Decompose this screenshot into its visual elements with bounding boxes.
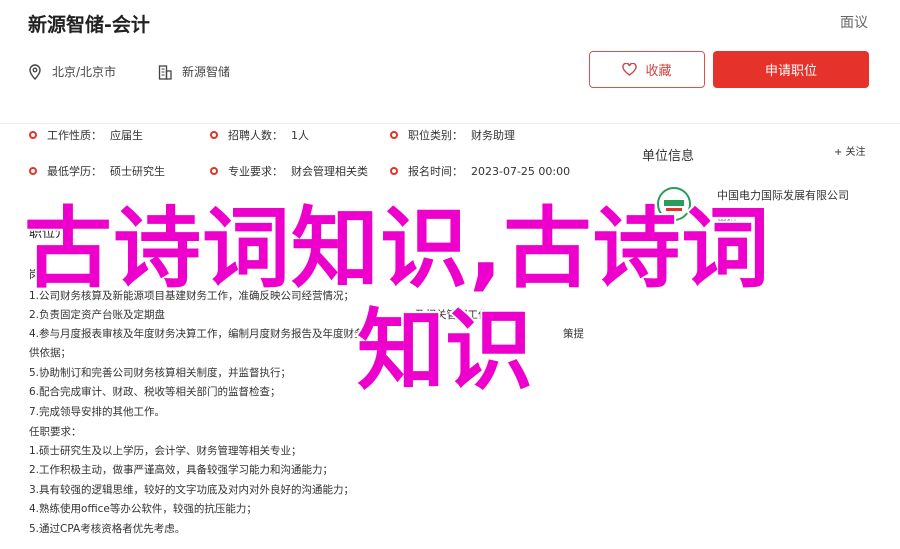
favorite-label: 收藏 [645, 64, 672, 79]
info-value: 硕士研究生 [110, 165, 165, 178]
info-key: 职位类别： [408, 129, 463, 142]
info-item: 职位类别： 财务助理 [390, 127, 515, 143]
info-item: 报名时间： 2023-07-25 00:00 [390, 163, 570, 179]
section-title: 职位介 [29, 226, 69, 241]
desc-line: 2.工作积极主动，做事严谨高效，具备较强学习能力和沟通能力； [29, 464, 334, 476]
info-value: 财务助理 [471, 129, 515, 142]
company-name[interactable]: 中国电力国际发展有限公司 [717, 187, 849, 203]
info-key: 最低学历： [47, 165, 102, 178]
heart-icon [622, 63, 638, 76]
job-title: 新源智储-会计 [28, 14, 150, 36]
info-key: 工作性质： [47, 129, 102, 142]
company-tag: 单位 [717, 217, 737, 228]
desc-line: 5.协助制订和完善公司财务核算相关制度，并监督执行； [29, 367, 292, 379]
location-pin-icon [29, 63, 41, 80]
info-value: 应届生 [110, 129, 143, 142]
location-meta: 北京/北京市 [28, 63, 116, 80]
location-text: 北京/北京市 [52, 65, 117, 79]
watermark-line2: 知识 [355, 297, 535, 404]
desc-line: 2.负责固定资产台账及定期盘 [29, 309, 166, 321]
company-text[interactable]: 新源智储 [182, 63, 230, 80]
info-value: 2023-07-25 00:00 [471, 164, 571, 178]
job-header: 新源智储-会计 面议 北京/北京市 新源智储 收藏 申请职位 [0, 0, 900, 124]
info-item: 工作性质： 应届生 [29, 127, 143, 143]
desc-line-fragment: 策提 [563, 328, 584, 340]
desc-line: 5.通过CPA考核资格者优先考虑。 [29, 523, 186, 535]
info-item: 最低学历： 硕士研究生 [29, 163, 165, 179]
desc-line: 供依据； [29, 347, 71, 359]
company-size: 人 [717, 266, 728, 279]
building-icon [158, 64, 172, 80]
desc-line: 任职要求： [29, 426, 82, 438]
bullet-icon [29, 131, 37, 139]
info-key: 报名时间： [408, 165, 463, 178]
favorite-button[interactable]: 收藏 [589, 51, 705, 88]
apply-button[interactable]: 申请职位 [713, 51, 869, 88]
info-value: 1人 [291, 129, 309, 142]
info-key: 专业要求： [228, 165, 283, 178]
desc-line: 3.具有较强的逻辑思维，较好的文字功底及对内对外良好的沟通能力； [29, 484, 355, 496]
bullet-icon [390, 167, 398, 175]
desc-line: 6.配合完成审计、财政、税收等相关部门的监督检查； [29, 386, 281, 398]
duty-heading: 岗 [29, 268, 40, 281]
desc-line-fragment: 及相关管理工作 [415, 309, 489, 321]
desc-line: 1.公司财务核算及新能源项目基建财务工作，准确反映公司经营情况； [29, 290, 355, 302]
info-item: 专业要求： 财会管理相关类 [210, 163, 368, 179]
desc-line: 4.参与月度报表审核及年度财务决算工作，编制月度财务报告及年度财务 [29, 328, 365, 340]
info-value: 财会管理相关类 [291, 165, 368, 178]
bullet-icon [29, 167, 37, 175]
desc-line: 7.完成领导安排的其他工作。 [29, 406, 166, 418]
salary-text: 面议 [840, 15, 868, 31]
bullet-icon [210, 167, 218, 175]
company-meta: 新源智储 [158, 63, 230, 80]
info-key: 招聘人数： [228, 129, 283, 142]
desc-line: 4.熟练使用office等办公软件，较强的抗压能力； [29, 503, 257, 515]
bullet-icon [210, 131, 218, 139]
desc-line: 1.硕士研究生及以上学历，会计学、财务管理等相关专业； [29, 445, 302, 457]
company-panel-title: 单位信息 [642, 149, 695, 164]
bullet-icon [390, 131, 398, 139]
follow-button[interactable]: + 关注 [834, 143, 866, 158]
info-item: 招聘人数： 1人 [210, 127, 309, 143]
company-logo-icon [657, 187, 691, 221]
